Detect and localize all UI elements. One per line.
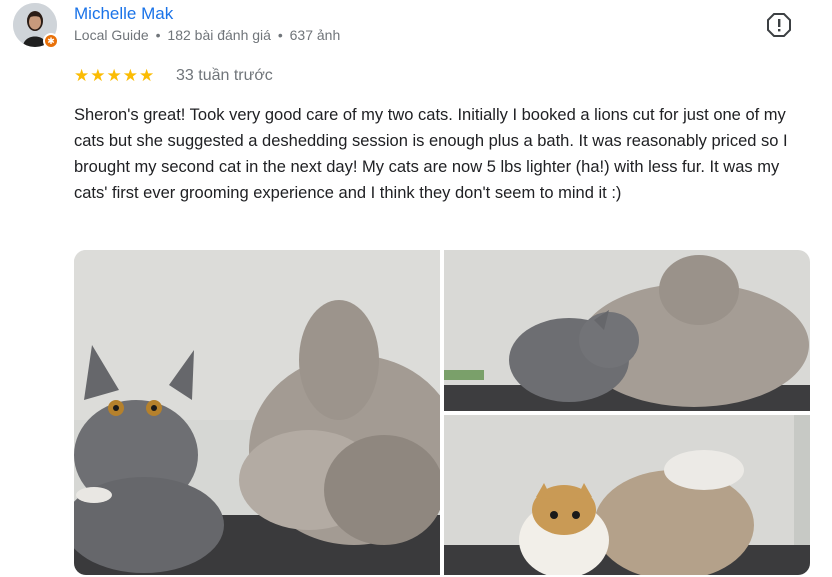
review-photos xyxy=(74,250,810,575)
reviewer-name[interactable]: Michelle Mak xyxy=(74,4,173,24)
local-guide-label: Local Guide xyxy=(74,27,149,43)
review-photo-1[interactable] xyxy=(74,250,440,575)
review-text: Sheron's great! Took very good care of m… xyxy=(74,106,788,202)
review-photo-3[interactable] xyxy=(444,415,810,575)
review-time: 33 tuần trước xyxy=(176,67,273,84)
meta-separator: • xyxy=(277,27,283,43)
star-rating: ★★★★★ xyxy=(74,66,156,85)
review-count: 182 bài đánh giá xyxy=(167,27,271,43)
reviewer-avatar[interactable]: ✱ xyxy=(13,3,59,49)
local-guide-star-icon: ✱ xyxy=(43,33,59,49)
review-photo-2[interactable] xyxy=(444,250,810,411)
reviewer-meta: Local Guide • 182 bài đánh giá • 637 ảnh xyxy=(74,27,343,43)
meta-separator: • xyxy=(155,27,161,43)
photo-count: 637 ảnh xyxy=(289,27,341,43)
report-icon[interactable] xyxy=(766,12,792,38)
